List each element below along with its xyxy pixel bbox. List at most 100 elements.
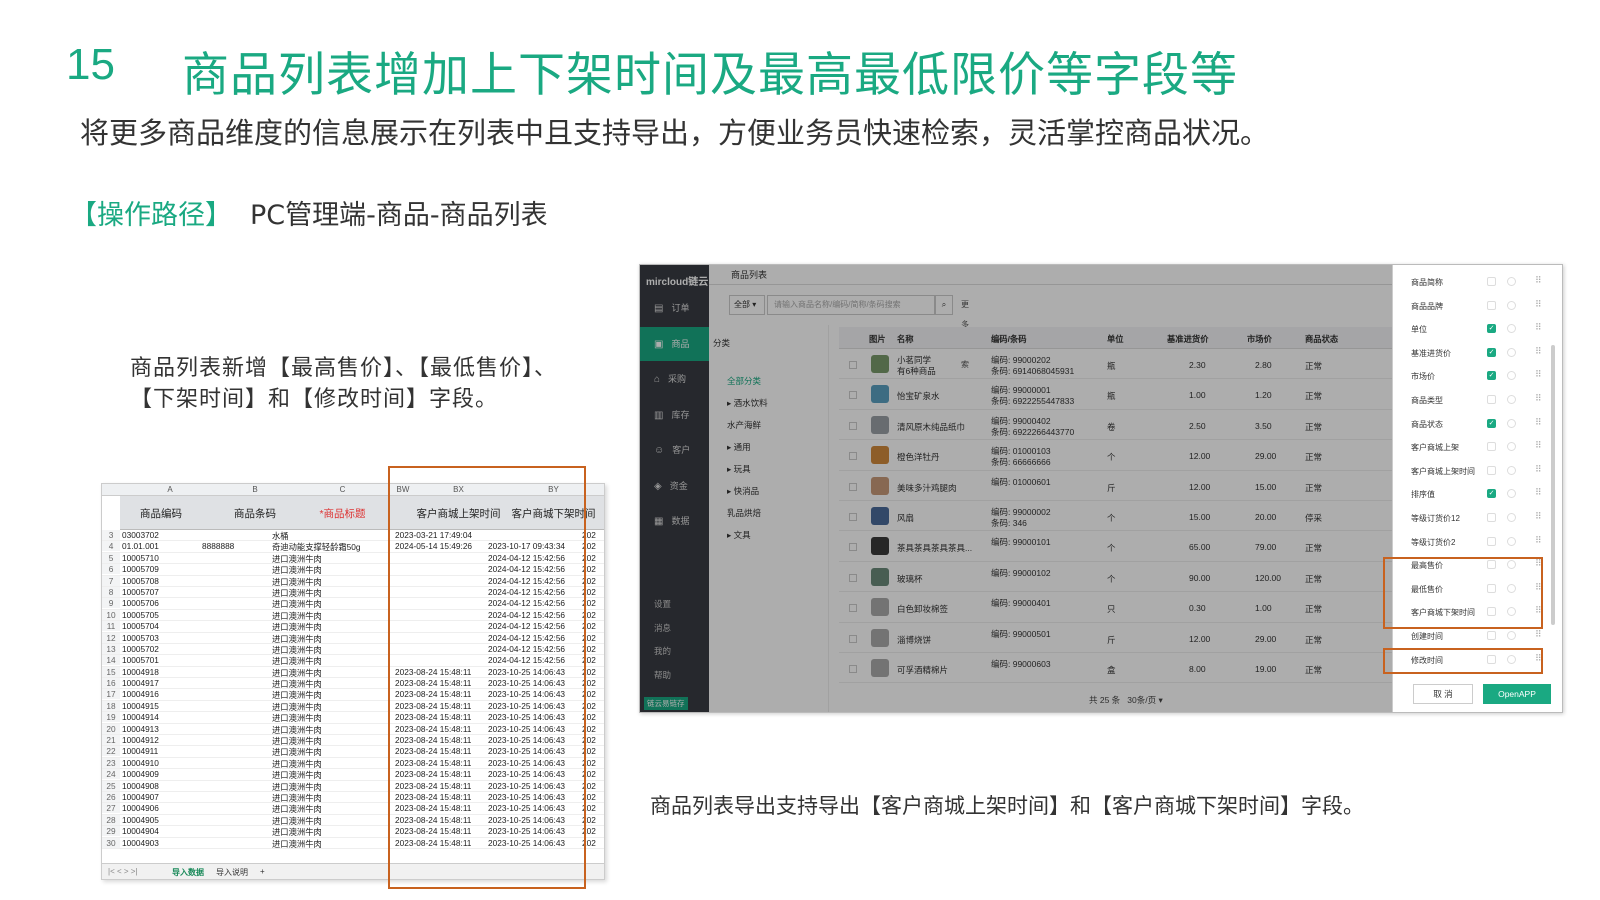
sheet-nav-arrows[interactable]: |< < > >| (108, 867, 138, 876)
checkmark-icon: ✓ (1488, 325, 1495, 333)
radio[interactable] (1507, 277, 1516, 286)
col-letter-b: B (252, 485, 258, 494)
cell-n: 28 (102, 814, 120, 825)
cell-n: 25 (102, 780, 120, 791)
drag-handle-icon[interactable]: ⠿ (1535, 511, 1542, 522)
drag-handle-icon[interactable]: ⠿ (1535, 487, 1542, 498)
cell-c: 进口澳洲牛肉 (272, 644, 322, 655)
drag-handle-icon[interactable]: ⠿ (1535, 464, 1542, 475)
radio[interactable] (1507, 465, 1516, 475)
cell-n: 3 (102, 530, 120, 540)
column-option[interactable]: 客户商城上架时间 ⠿ (1411, 462, 1551, 482)
drag-handle-icon[interactable]: ⠿ (1535, 322, 1542, 333)
checkbox[interactable]: ✓ (1487, 347, 1496, 357)
checkbox[interactable] (1487, 536, 1496, 546)
drag-handle-icon[interactable]: ⠿ (1535, 275, 1542, 286)
checkbox[interactable] (1487, 442, 1496, 452)
column-option[interactable]: 创建时间 ⠿ (1411, 627, 1551, 647)
checkbox[interactable] (1487, 513, 1496, 522)
radio[interactable] (1507, 371, 1516, 381)
cell-c: 进口澳洲牛肉 (272, 713, 322, 724)
cell-a: 10005709 (122, 564, 159, 575)
cell-c: 进口澳洲牛肉 (272, 815, 322, 826)
cell-n: 23 (102, 757, 120, 768)
checkbox[interactable]: ✓ (1487, 324, 1496, 334)
cell-n: 22 (102, 746, 120, 757)
checkmark-icon: ✓ (1488, 490, 1495, 498)
checkbox[interactable] (1487, 395, 1496, 404)
cell-b: 8888888 (202, 541, 235, 552)
drag-handle-icon[interactable]: ⠿ (1535, 440, 1542, 451)
radio[interactable] (1507, 300, 1516, 310)
checkbox[interactable] (1487, 277, 1496, 286)
confirm-button[interactable]: OpenAPP (1483, 684, 1551, 704)
column-option[interactable]: 基准进货价 ✓ ⠿ (1411, 344, 1551, 364)
sheet-tab-import-notes[interactable]: 导入说明 (216, 867, 248, 878)
column-option[interactable]: 商品品牌 ⠿ (1411, 297, 1551, 317)
cell-n: 27 (102, 803, 120, 814)
add-sheet-button[interactable]: + (260, 867, 265, 876)
drag-handle-icon[interactable]: ⠿ (1535, 346, 1542, 357)
drag-handle-icon[interactable]: ⠿ (1535, 299, 1542, 310)
radio[interactable] (1507, 489, 1516, 499)
cell-a: 10004914 (122, 712, 159, 723)
radio[interactable] (1507, 631, 1516, 640)
cell-n: 29 (102, 826, 120, 837)
cell-n: 20 (102, 723, 120, 734)
column-option[interactable]: 商品类型 ⠿ (1411, 391, 1551, 411)
checkbox[interactable]: ✓ (1487, 418, 1496, 428)
cell-n: 7 (102, 575, 120, 586)
column-option[interactable]: 等级订货价12 ⠿ (1411, 509, 1551, 529)
column-option[interactable]: 排序值 ✓ ⠿ (1411, 485, 1551, 505)
checkmark-icon: ✓ (1488, 419, 1495, 427)
cell-n: 16 (102, 678, 120, 689)
cell-c: 进口澳洲牛肉 (272, 747, 322, 758)
cell-c: 进口澳洲牛肉 (272, 724, 322, 735)
cell-a: 10005704 (122, 621, 159, 632)
column-option[interactable]: 单位 ✓ ⠿ (1411, 320, 1551, 340)
cell-a: 10004908 (122, 780, 159, 791)
cell-a: 10004905 (122, 814, 159, 825)
column-option-label: 单位 (1411, 325, 1427, 335)
drag-handle-icon[interactable]: ⠿ (1535, 535, 1542, 546)
column-option[interactable]: 等级订货价2 ⠿ (1411, 533, 1551, 553)
checkmark-icon: ✓ (1488, 372, 1495, 380)
slide-title: 商品列表增加上下架时间及最高最低限价等字段等 (182, 48, 1238, 103)
cell-c: 进口澳洲牛肉 (272, 792, 322, 803)
radio[interactable] (1507, 418, 1516, 428)
column-option[interactable]: 市场价 ✓ ⠿ (1411, 367, 1551, 387)
checkbox[interactable]: ✓ (1487, 489, 1496, 499)
column-option[interactable]: 商品简称 ⠿ (1411, 273, 1551, 293)
radio[interactable] (1507, 536, 1516, 546)
panel-scrollbar[interactable] (1551, 345, 1555, 625)
cell-n: 4 (102, 541, 120, 552)
column-option-label: 客户商城上架 (1411, 443, 1459, 453)
radio[interactable] (1507, 442, 1516, 452)
app-screenshot: mircloud链云 ▤ 订单 ▣ 商品 ⌂ 采购 ▥ 库存 ☺ 客户 ◈ 资金 ▦ 数据 设置 消息 我的帮… (639, 264, 1563, 713)
column-option[interactable]: 商品状态 ✓ ⠿ (1411, 415, 1551, 435)
note-right: 商品列表导出支持导出【客户商城上架时间】和【客户商城下架时间】字段。 (650, 794, 1364, 818)
checkbox[interactable] (1487, 300, 1496, 310)
radio[interactable] (1507, 513, 1516, 522)
operation-path: 【操作路径】 PC管理端-商品-商品列表 (70, 193, 548, 232)
cell-n: 9 (102, 598, 120, 609)
column-option-label: 市场价 (1411, 372, 1435, 382)
cell-c: 进口澳洲牛肉 (272, 576, 322, 587)
cell-n: 10 (102, 609, 120, 620)
drag-handle-icon[interactable]: ⠿ (1535, 417, 1542, 428)
column-option[interactable]: 客户商城上架 ⠿ (1411, 438, 1551, 458)
drag-handle-icon[interactable]: ⠿ (1535, 629, 1542, 640)
cancel-button[interactable]: 取 消 (1413, 684, 1473, 704)
cell-a: 10005707 (122, 586, 159, 597)
checkbox[interactable] (1487, 465, 1496, 475)
drag-handle-icon[interactable]: ⠿ (1535, 369, 1542, 380)
checkbox[interactable]: ✓ (1487, 371, 1496, 381)
cell-a: 10004909 (122, 769, 159, 780)
drag-handle-icon[interactable]: ⠿ (1535, 393, 1542, 404)
radio[interactable] (1507, 347, 1516, 357)
cell-n: 19 (102, 712, 120, 723)
radio[interactable] (1507, 395, 1516, 404)
radio[interactable] (1507, 324, 1516, 334)
sheet-tab-import-data[interactable]: 导入数据 (172, 867, 204, 878)
checkbox[interactable] (1487, 631, 1496, 640)
